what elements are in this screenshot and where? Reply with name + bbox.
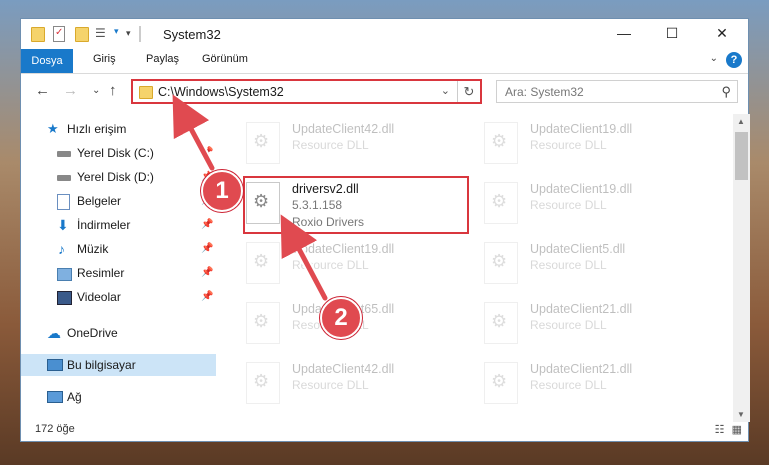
step-2-badge: 2 xyxy=(320,297,362,339)
step-1-badge: 1 xyxy=(201,170,243,212)
annotation-arrows xyxy=(172,94,330,303)
arrow-1 xyxy=(172,94,215,171)
arrow-2 xyxy=(280,214,328,301)
